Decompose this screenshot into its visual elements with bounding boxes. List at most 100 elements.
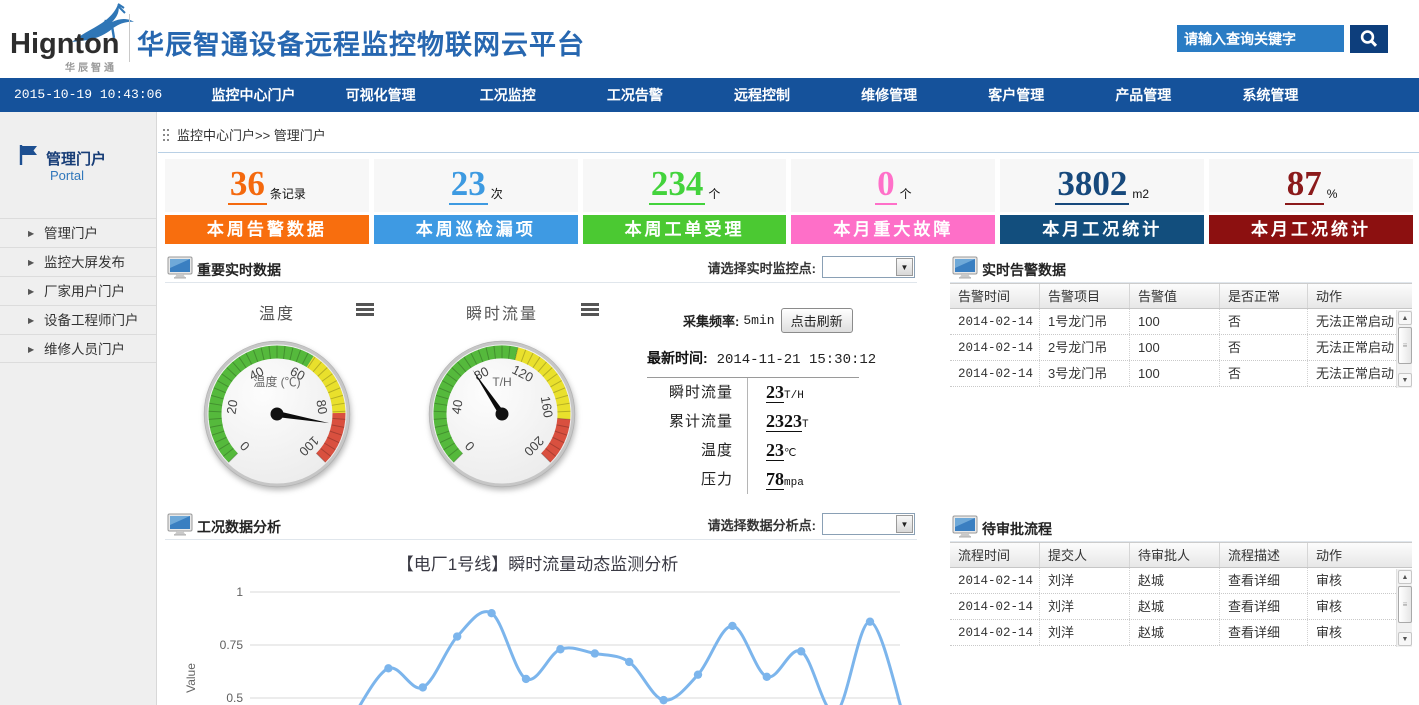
metric-row: 温度23℃ [647,436,915,465]
metric-unit: ℃ [784,448,796,460]
chart-title: 【电厂1号线】瞬时流量动态监测分析 [165,550,910,575]
stat-value-link[interactable]: 0 [875,166,897,205]
svg-text:1: 1 [236,585,243,599]
nav-item[interactable]: 可视化管理 [317,78,444,112]
chevron-down-icon[interactable]: ▼ [896,258,913,276]
nav-item[interactable]: 客户管理 [953,78,1080,112]
approval-table-scrollbar[interactable]: ▲ ≡ ▼ [1396,569,1412,647]
stat-value-link[interactable]: 87 [1285,166,1324,205]
nav-item[interactable]: 维修管理 [826,78,953,112]
scroll-up-icon[interactable]: ▲ [1398,311,1412,325]
stat-value-link[interactable]: 3802 [1055,166,1129,205]
arrow-right-icon: ▶ [28,306,34,335]
stat-card: 87%本月工况统计 [1209,159,1413,244]
table-row: 2014-02-14刘洋赵城查看详细审核 [950,620,1412,646]
metric-value-link[interactable]: 23 [766,440,784,461]
nav-item[interactable]: 工况监控 [444,78,571,112]
table-cell: 否 [1220,309,1308,334]
approval-table: 流程时间提交人待审批人流程描述动作2014-02-14刘洋赵城查看详细审核201… [950,542,1412,646]
stat-unit: 次 [491,185,503,202]
nav-item[interactable]: 监控中心门户 [190,78,317,112]
svg-text:40: 40 [449,399,466,416]
table-cell: 100 [1130,309,1220,334]
table-column-header: 待审批人 [1130,543,1220,567]
sidebar-item[interactable]: ▶维修人员门户 [0,334,156,363]
nav-item[interactable]: 产品管理 [1080,78,1207,112]
company-logo: Hignton 华辰智通 [10,6,130,72]
chart-menu-icon[interactable] [356,303,374,316]
table-cell: 审核 [1308,568,1395,593]
monitor-icon [167,513,193,537]
chart-menu-icon[interactable] [581,303,599,316]
analysis-point-select[interactable]: ▼ [822,513,915,535]
nav-item[interactable]: 远程控制 [698,78,825,112]
stat-unit: m2 [1132,187,1149,201]
table-cell: 赵城 [1130,594,1220,619]
metric-value-link[interactable]: 23 [766,382,784,403]
stat-category-button[interactable]: 本周工单受理 [583,215,787,244]
table-cell: 赵城 [1130,568,1220,593]
table-cell: 2号龙门吊 [1040,335,1130,360]
table-cell: 2014-02-14 [950,568,1040,593]
stat-value-link[interactable]: 23 [449,166,488,205]
stat-category-button[interactable]: 本月重大故障 [791,215,995,244]
scroll-down-icon[interactable]: ▼ [1398,373,1412,387]
metrics-list: 瞬时流量23T/H累计流量2323T温度23℃压力78mpa [647,378,915,494]
sidebar-item[interactable]: ▶厂家用户门户 [0,276,156,305]
stat-category-button[interactable]: 本周告警数据 [165,215,369,244]
monitor-point-select[interactable]: ▼ [822,256,915,278]
main-navbar: 2015-10-19 10:43:06 监控中心门户可视化管理工况监控工况告警远… [0,78,1419,112]
stat-card: 23次本周巡检漏项 [374,159,578,244]
metric-row: 累计流量2323T [647,407,915,436]
metric-value-link[interactable]: 2323 [766,411,802,432]
latest-time-label: 最新时间: [647,350,708,366]
breadcrumb: 监控中心门户>> 管理门户 [163,125,326,144]
table-column-header: 流程时间 [950,543,1040,567]
metric-value-link[interactable]: 78 [766,469,784,490]
breadcrumb-divider [158,152,1419,153]
metric-label: 压力 [647,465,748,494]
nav-item[interactable]: 工况告警 [571,78,698,112]
monitor-icon [167,256,193,280]
stat-category-button[interactable]: 本月工况统计 [1000,215,1204,244]
scroll-down-icon[interactable]: ▼ [1398,632,1412,646]
portal-title: 管理门户 [46,148,106,169]
svg-text:80: 80 [313,399,330,416]
scrollbar-thumb[interactable]: ≡ [1398,327,1412,364]
table-cell: 查看详细 [1220,620,1308,645]
right-column: 实时告警数据 告警时间告警项目告警值是否正常动作2014-02-141号龙门吊1… [950,253,1412,705]
scrollbar-thumb[interactable]: ≡ [1398,586,1412,623]
gauge-title: 瞬时流量 [466,306,538,323]
stat-value-link[interactable]: 234 [649,166,706,205]
scroll-up-icon[interactable]: ▲ [1398,570,1412,584]
table-cell: 无法正常启动 [1308,309,1395,334]
stat-value-link[interactable]: 36 [228,166,267,205]
stat-category-button[interactable]: 本月工况统计 [1209,215,1413,244]
metric-unit: T/H [784,390,804,402]
table-cell: 1号龙门吊 [1040,309,1130,334]
table-cell: 2014-02-14 [950,335,1040,360]
table-row: 2014-02-143号龙门吊100否无法正常启动 [950,361,1412,387]
flow-gauge: 04080120160200T/H [427,339,577,489]
realtime-info-block: 采集频率: 5min 点击刷新 最新时间: 2014-11-21 15:30:1… [647,308,915,494]
table-cell: 2014-02-14 [950,361,1040,386]
breadcrumb-text: 监控中心门户>> 管理门户 [177,125,326,144]
refresh-button[interactable]: 点击刷新 [781,308,853,333]
table-cell: 2014-02-14 [950,594,1040,619]
nav-item[interactable]: 系统管理 [1207,78,1334,112]
sidebar-item[interactable]: ▶管理门户 [0,218,156,247]
search-button[interactable] [1350,25,1388,53]
stat-category-button[interactable]: 本周巡检漏项 [374,215,578,244]
alarm-table-scrollbar[interactable]: ▲ ≡ ▼ [1396,310,1412,388]
temperature-gauge: 020406080100温度 (℃) [202,339,352,489]
realtime-panel-header: 重要实时数据 请选择实时监控点: ▼ [165,253,917,283]
svg-text:T/H: T/H [492,375,511,389]
sidebar-item[interactable]: ▶设备工程师门户 [0,305,156,334]
chevron-down-icon[interactable]: ▼ [896,515,913,533]
table-cell: 查看详细 [1220,594,1308,619]
stat-cards-row: 36条记录本周告警数据23次本周巡检漏项234个本周工单受理0个本月重大故障38… [165,159,1413,244]
analysis-point-selector: 请选择数据分析点: ▼ [708,513,915,535]
search-input[interactable] [1177,25,1344,52]
sidebar-item[interactable]: ▶监控大屏发布 [0,247,156,276]
table-cell: 否 [1220,361,1308,386]
